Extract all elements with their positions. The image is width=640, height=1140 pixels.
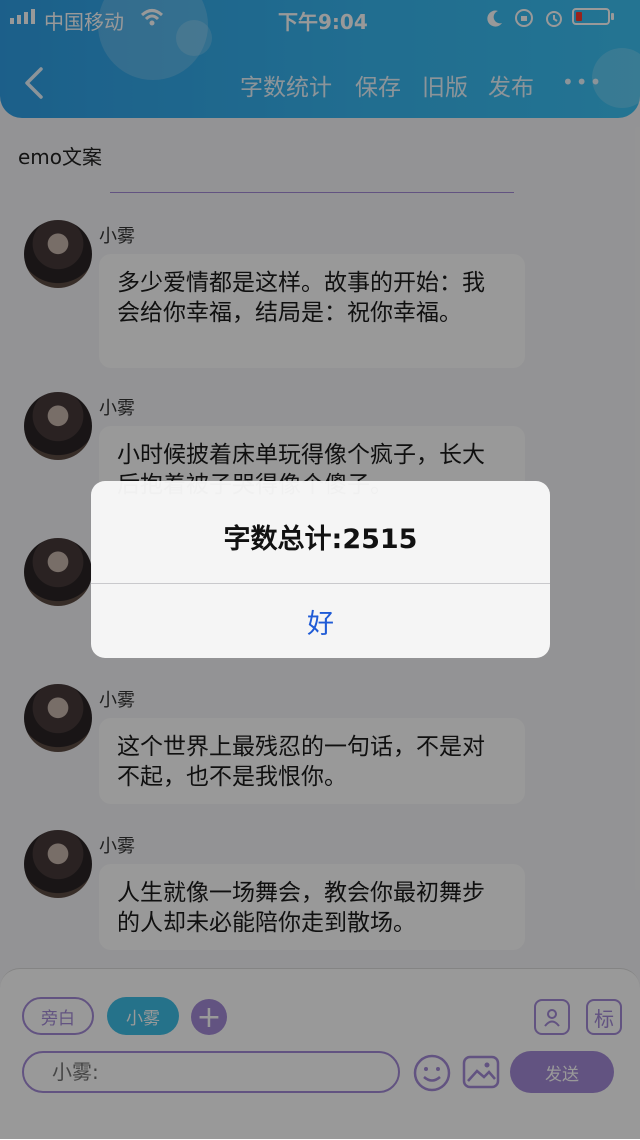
ok-button[interactable]: 好 <box>91 584 550 658</box>
dialog-title: 字数总计:2515 <box>223 524 418 555</box>
alert-dialog: 字数总计:2515 好 <box>91 481 550 658</box>
